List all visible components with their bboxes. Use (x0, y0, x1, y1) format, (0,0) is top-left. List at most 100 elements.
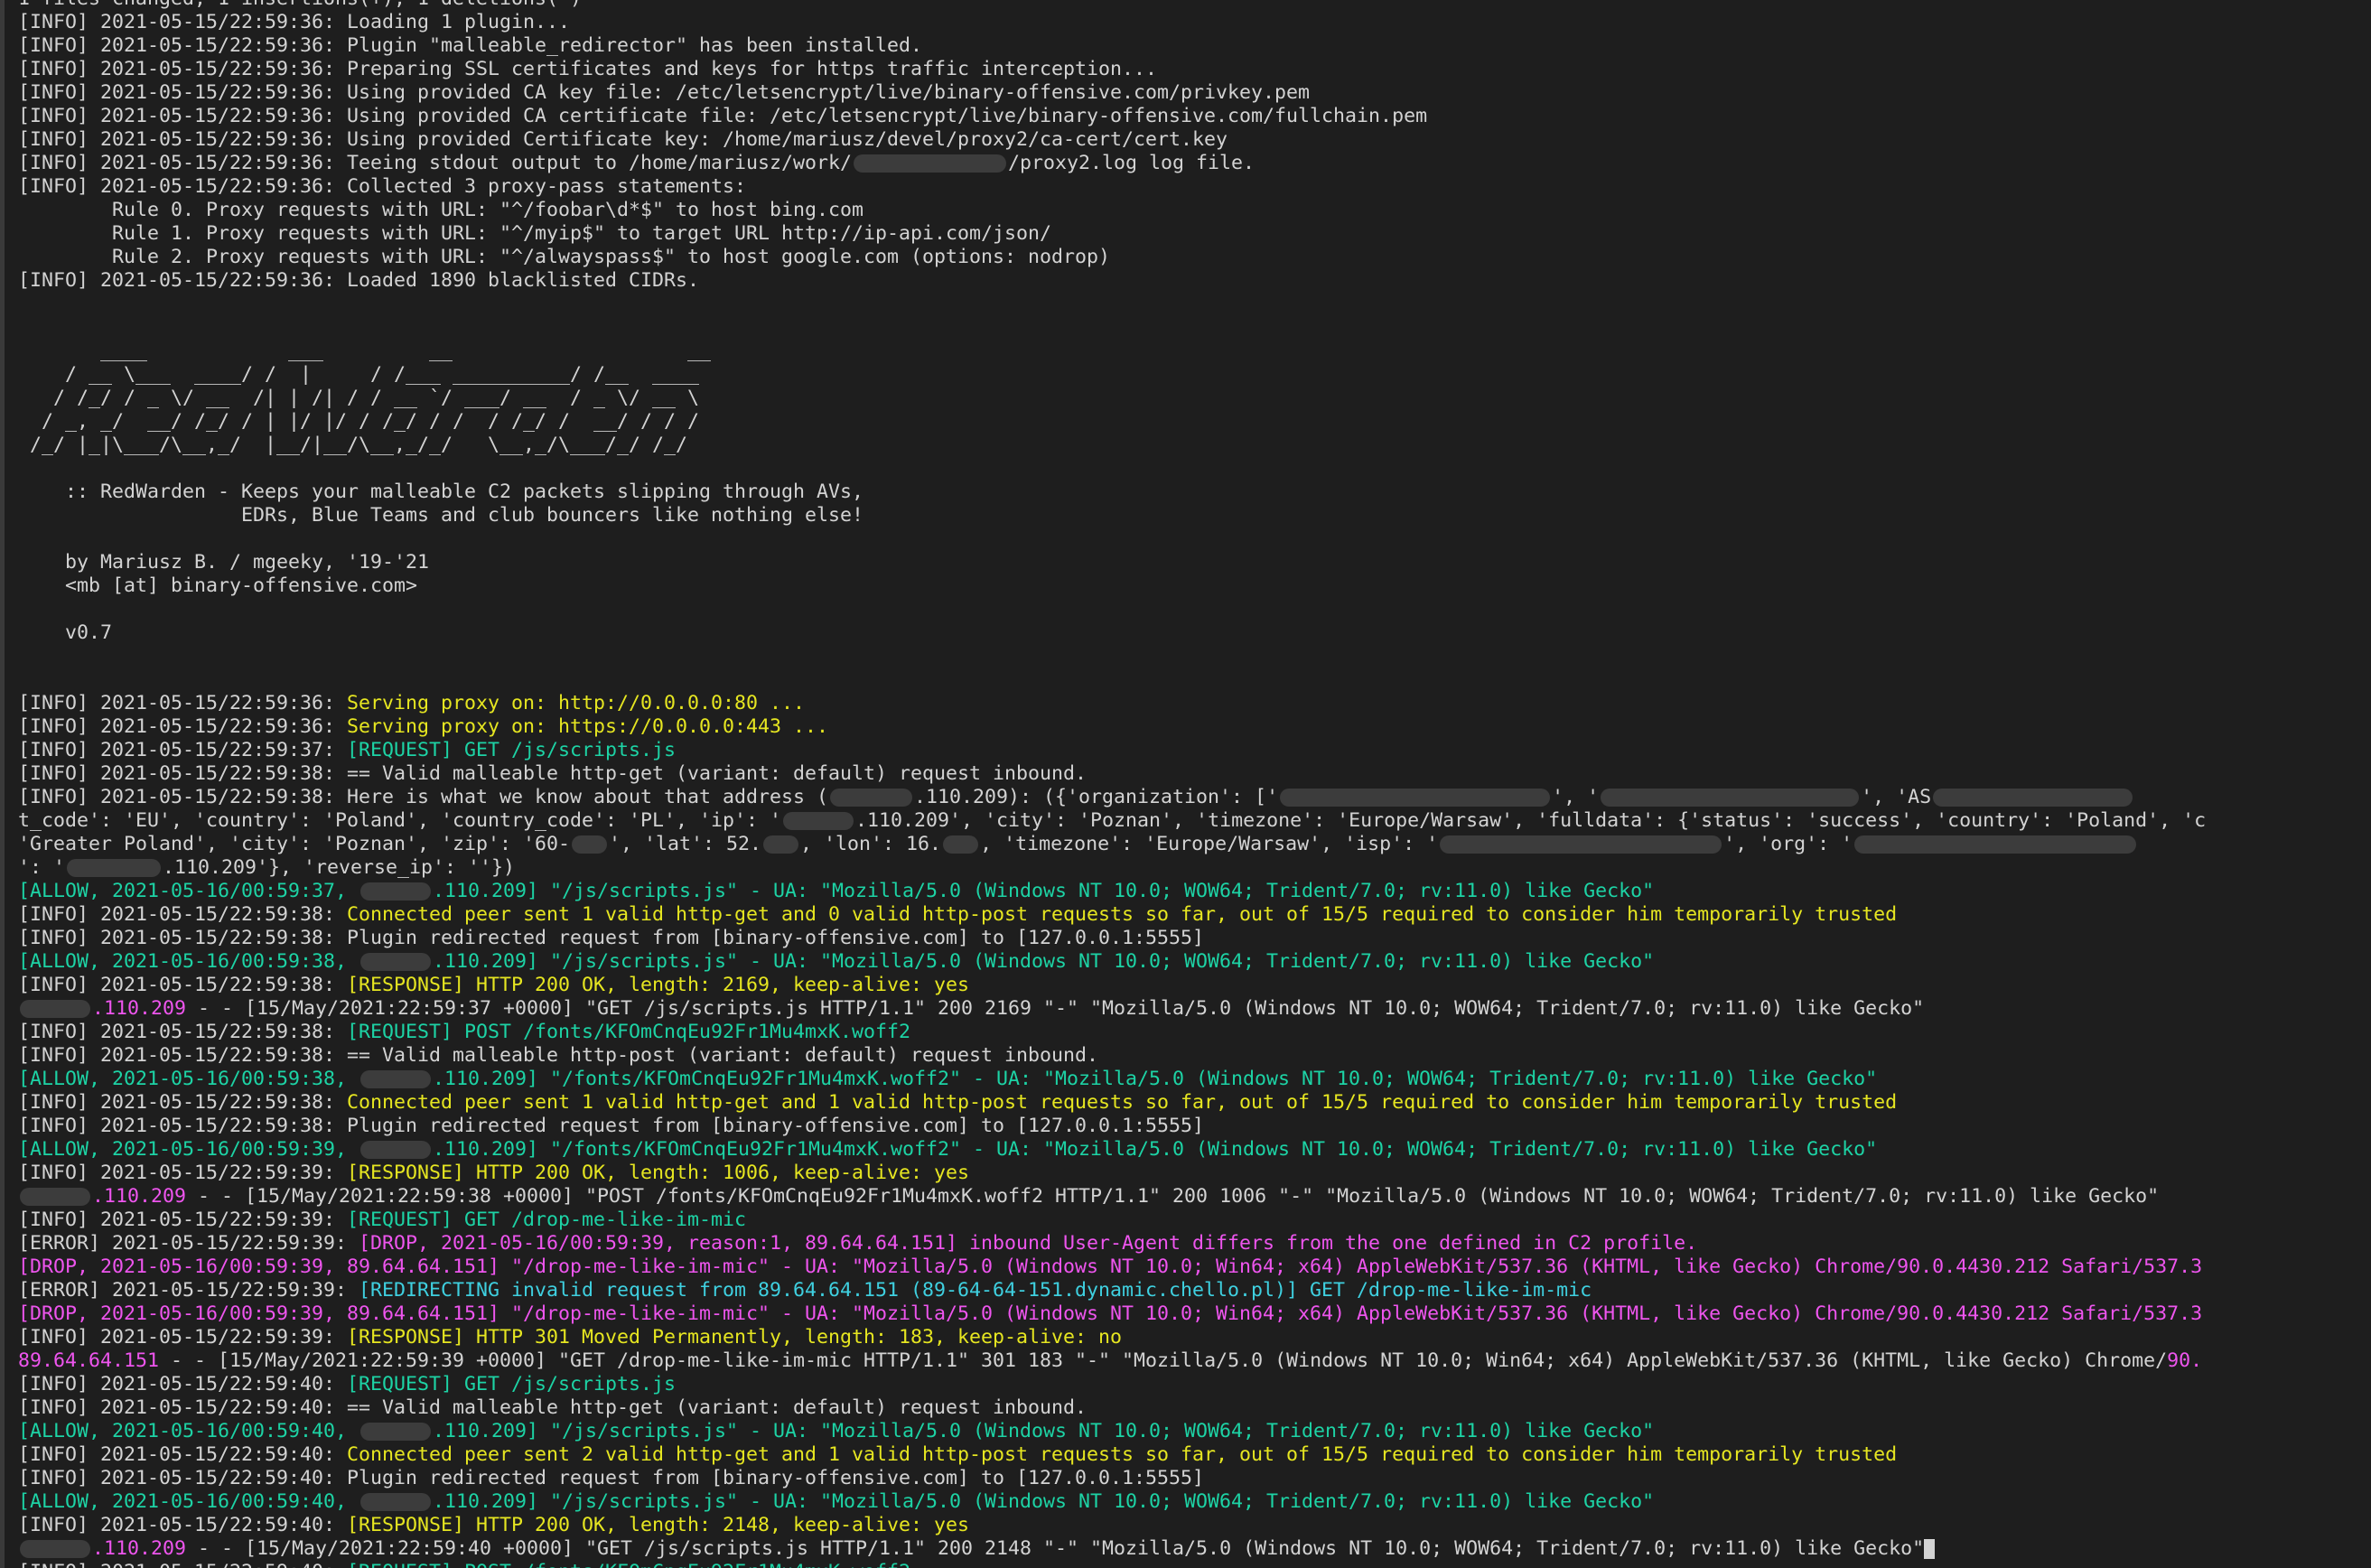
terminal-line: [INFO] 2021-05-15/22:59:36: Collected 3 … (18, 175, 2206, 199)
terminal-text: by Mariusz B. / mgeeky, '19-'21 (18, 551, 430, 574)
terminal-text: [ERROR] 2021-05-15/22:59:39: (18, 1279, 359, 1302)
terminal-line: t_code': 'EU', 'country': 'Poland', 'cou… (18, 809, 2206, 833)
terminal-line: Rule 0. Proxy requests with URL: "^/foob… (18, 199, 2206, 222)
terminal-line: [ALLOW, 2021-05-16/00:59:40, .110.209] "… (18, 1420, 2206, 1443)
terminal-text: [INFO] 2021-05-15/22:59:36: Loaded 1890 … (18, 269, 700, 292)
terminal-line: [INFO] 2021-05-15/22:59:40: [REQUEST] GE… (18, 1373, 2206, 1396)
redacted-block (20, 1188, 90, 1206)
terminal-text: [INFO] 2021-05-15/22:59:38: (18, 903, 348, 926)
redacted-block (830, 789, 913, 807)
terminal-text: [INFO] 2021-05-15/22:59:36: Collected 3 … (18, 175, 747, 198)
terminal-text: [INFO] 2021-05-15/22:59:36: Loading 1 pl… (18, 11, 571, 33)
terminal-line: [ERROR] 2021-05-15/22:59:39: [REDIRECTIN… (18, 1279, 2206, 1302)
terminal-text: [RESPONSE] HTTP 200 OK, length: 1006, ke… (347, 1162, 970, 1184)
terminal-text: [INFO] 2021-05-15/22:59:40: Plugin redir… (18, 1467, 1205, 1489)
terminal-text: [INFO] 2021-05-15/22:59:39: (18, 1162, 348, 1184)
terminal-text: Serving proxy on: http://0.0.0.0:80 ... (347, 692, 806, 714)
terminal-line: [INFO] 2021-05-15/22:59:38: == Valid mal… (18, 762, 2206, 786)
terminal-text: Connected peer sent 1 valid http-get and… (347, 1091, 1898, 1114)
terminal-text: [RESPONSE] HTTP 301 Moved Permanently, l… (347, 1326, 1123, 1349)
terminal-text: [INFO] 2021-05-15/22:59:36: (18, 715, 348, 738)
terminal-line: Rule 2. Proxy requests with URL: "^/alwa… (18, 246, 2206, 269)
terminal-text: [ALLOW, 2021-05-16/00:59:38, (18, 950, 359, 973)
terminal-text: [DROP, 2021-05-16/00:59:39, 89.64.64.151… (18, 1255, 2203, 1278)
terminal-text: [INFO] 2021-05-15/22:59:38: Plugin redir… (18, 1115, 1205, 1137)
terminal-text: .110.209 (92, 997, 187, 1020)
terminal-line: [INFO] 2021-05-15/22:59:39: [RESPONSE] H… (18, 1326, 2206, 1349)
terminal-text: 'Greater Poland', 'city': 'Poznan', 'zip… (18, 833, 571, 855)
redacted-block (1601, 789, 1860, 807)
terminal-line: /_/ |_|\___/\__,_/ |__/|__/\__,_/_/ \__,… (18, 434, 2206, 457)
terminal-text: 90. (2167, 1349, 2203, 1372)
terminal-line: [INFO] 2021-05-15/22:59:40: [RESPONSE] H… (18, 1514, 2206, 1537)
terminal-text: /_/ |_|\___/\__,_/ |__/|__/\__,_/_/ \__,… (18, 434, 688, 456)
terminal-line: v0.7 (18, 621, 2206, 645)
redacted-block (1440, 835, 1722, 854)
terminal-text: [INFO] 2021-05-15/22:59:40: == Valid mal… (18, 1396, 1087, 1419)
redacted-block (943, 835, 979, 854)
terminal-text: ', ' (1552, 786, 1600, 808)
terminal-line: [INFO] 2021-05-15/22:59:36: Loaded 1890 … (18, 269, 2206, 293)
terminal-line: [INFO] 2021-05-15/22:59:40: Plugin redir… (18, 1467, 2206, 1490)
terminal-text: ____ ___ __ __ (18, 340, 712, 362)
terminal-line: [INFO] 2021-05-15/22:59:40: [REQUEST] PO… (18, 1561, 2206, 1568)
terminal-text: Connected peer sent 2 valid http-get and… (347, 1443, 1898, 1466)
terminal-line: [INFO] 2021-05-15/22:59:40: == Valid mal… (18, 1396, 2206, 1420)
terminal-line: [DROP, 2021-05-16/00:59:39, 89.64.64.151… (18, 1302, 2206, 1326)
terminal-window[interactable]: 1 files changed, 1 insertions(+), 1 dele… (0, 0, 2371, 1568)
terminal-line: Rule 1. Proxy requests with URL: "^/myip… (18, 222, 2206, 246)
terminal-text: 1 files changed, 1 insertions(+), 1 dele… (18, 0, 582, 10)
terminal-line: [ALLOW, 2021-05-16/00:59:38, .110.209] "… (18, 950, 2206, 974)
terminal-text: - - [15/May/2021:22:59:37 +0000] "GET /j… (186, 997, 1925, 1020)
terminal-line: .110.209 - - [15/May/2021:22:59:38 +0000… (18, 1185, 2206, 1209)
terminal-line: [INFO] 2021-05-15/22:59:38: [REQUEST] PO… (18, 1021, 2206, 1044)
terminal-text: [INFO] 2021-05-15/22:59:39: (18, 1326, 348, 1349)
terminal-text: [ERROR] 2021-05-15/22:59:39: (18, 1232, 359, 1255)
terminal-text: [INFO] 2021-05-15/22:59:36: Using provid… (18, 105, 1428, 127)
redacted-block (360, 953, 432, 971)
terminal-text: [ALLOW, 2021-05-16/00:59:40, (18, 1420, 359, 1442)
terminal-text: t_code': 'EU', 'country': 'Poland', 'cou… (18, 809, 782, 832)
terminal-line: [ERROR] 2021-05-15/22:59:39: [DROP, 2021… (18, 1232, 2206, 1255)
terminal-text: [REQUEST] GET /drop-me-like-im-mic (347, 1209, 747, 1231)
terminal-text: .110.209): ({'organization': [' (914, 786, 1279, 808)
terminal-line: [INFO] 2021-05-15/22:59:38: [RESPONSE] H… (18, 974, 2206, 997)
redacted-block (763, 835, 799, 854)
terminal-text: Rule 2. Proxy requests with URL: "^/alwa… (18, 246, 1111, 268)
terminal-line: [INFO] 2021-05-15/22:59:40: Connected pe… (18, 1443, 2206, 1467)
terminal-text: Serving proxy on: https://0.0.0.0:443 ..… (347, 715, 829, 738)
terminal-line: / _, _/ __/ /_/ / | |/ |/ / /_/ / / / /_… (18, 410, 2206, 434)
terminal-cursor (1924, 1539, 1936, 1559)
terminal-text: [REDIRECTING invalid request from 89.64.… (359, 1279, 1592, 1302)
terminal-line: 'Greater Poland', 'city': 'Poznan', 'zip… (18, 833, 2206, 856)
terminal-line: 89.64.64.151 - - [15/May/2021:22:59:39 +… (18, 1349, 2206, 1373)
terminal-text: - - [15/May/2021:22:59:39 +0000] "GET /d… (159, 1349, 2168, 1372)
terminal-text: ': ' (18, 856, 66, 879)
terminal-text: .110.209', 'city': 'Poznan', 'timezone':… (855, 809, 2207, 832)
terminal-text: [INFO] 2021-05-15/22:59:37: (18, 739, 348, 761)
redacted-block (854, 154, 1007, 173)
terminal-text: [DROP, 2021-05-16/00:59:39, reason:1, 89… (359, 1232, 1698, 1255)
terminal-text: [REQUEST] POST /fonts/KFOmCnqEu92Fr1Mu4m… (347, 1561, 910, 1568)
terminal-text: [REQUEST] GET /js/scripts.js (347, 1373, 677, 1395)
redacted-block (360, 1070, 432, 1088)
terminal-line: [INFO] 2021-05-15/22:59:38: == Valid mal… (18, 1044, 2206, 1068)
terminal-text: / /_/ / _ \/ __ /| | /| / / __ `/ ___/ _… (18, 387, 700, 409)
redacted-block (1933, 789, 2133, 807)
terminal-text: [ALLOW, 2021-05-16/00:59:38, (18, 1068, 359, 1090)
terminal-line: 1 files changed, 1 insertions(+), 1 dele… (18, 0, 2206, 11)
terminal-line: / __ \___ ____/ / | / /___ __________/ /… (18, 363, 2206, 387)
terminal-line: EDRs, Blue Teams and club bouncers like … (18, 504, 2206, 527)
terminal-line: [INFO] 2021-05-15/22:59:39: [REQUEST] GE… (18, 1209, 2206, 1232)
terminal-text: .110.209] "/fonts/KFOmCnqEu92Fr1Mu4mxK.w… (433, 1068, 1878, 1090)
terminal-text: EDRs, Blue Teams and club bouncers like … (18, 504, 864, 527)
redacted-block (67, 859, 162, 877)
terminal-text: Connected peer sent 1 valid http-get and… (347, 903, 1898, 926)
terminal-text: [INFO] 2021-05-15/22:59:38: (18, 974, 348, 996)
terminal-text: .110.209 (92, 1185, 187, 1208)
terminal-text: [INFO] 2021-05-15/22:59:40: (18, 1373, 348, 1395)
terminal-line: [DROP, 2021-05-16/00:59:39, 89.64.64.151… (18, 1255, 2206, 1279)
